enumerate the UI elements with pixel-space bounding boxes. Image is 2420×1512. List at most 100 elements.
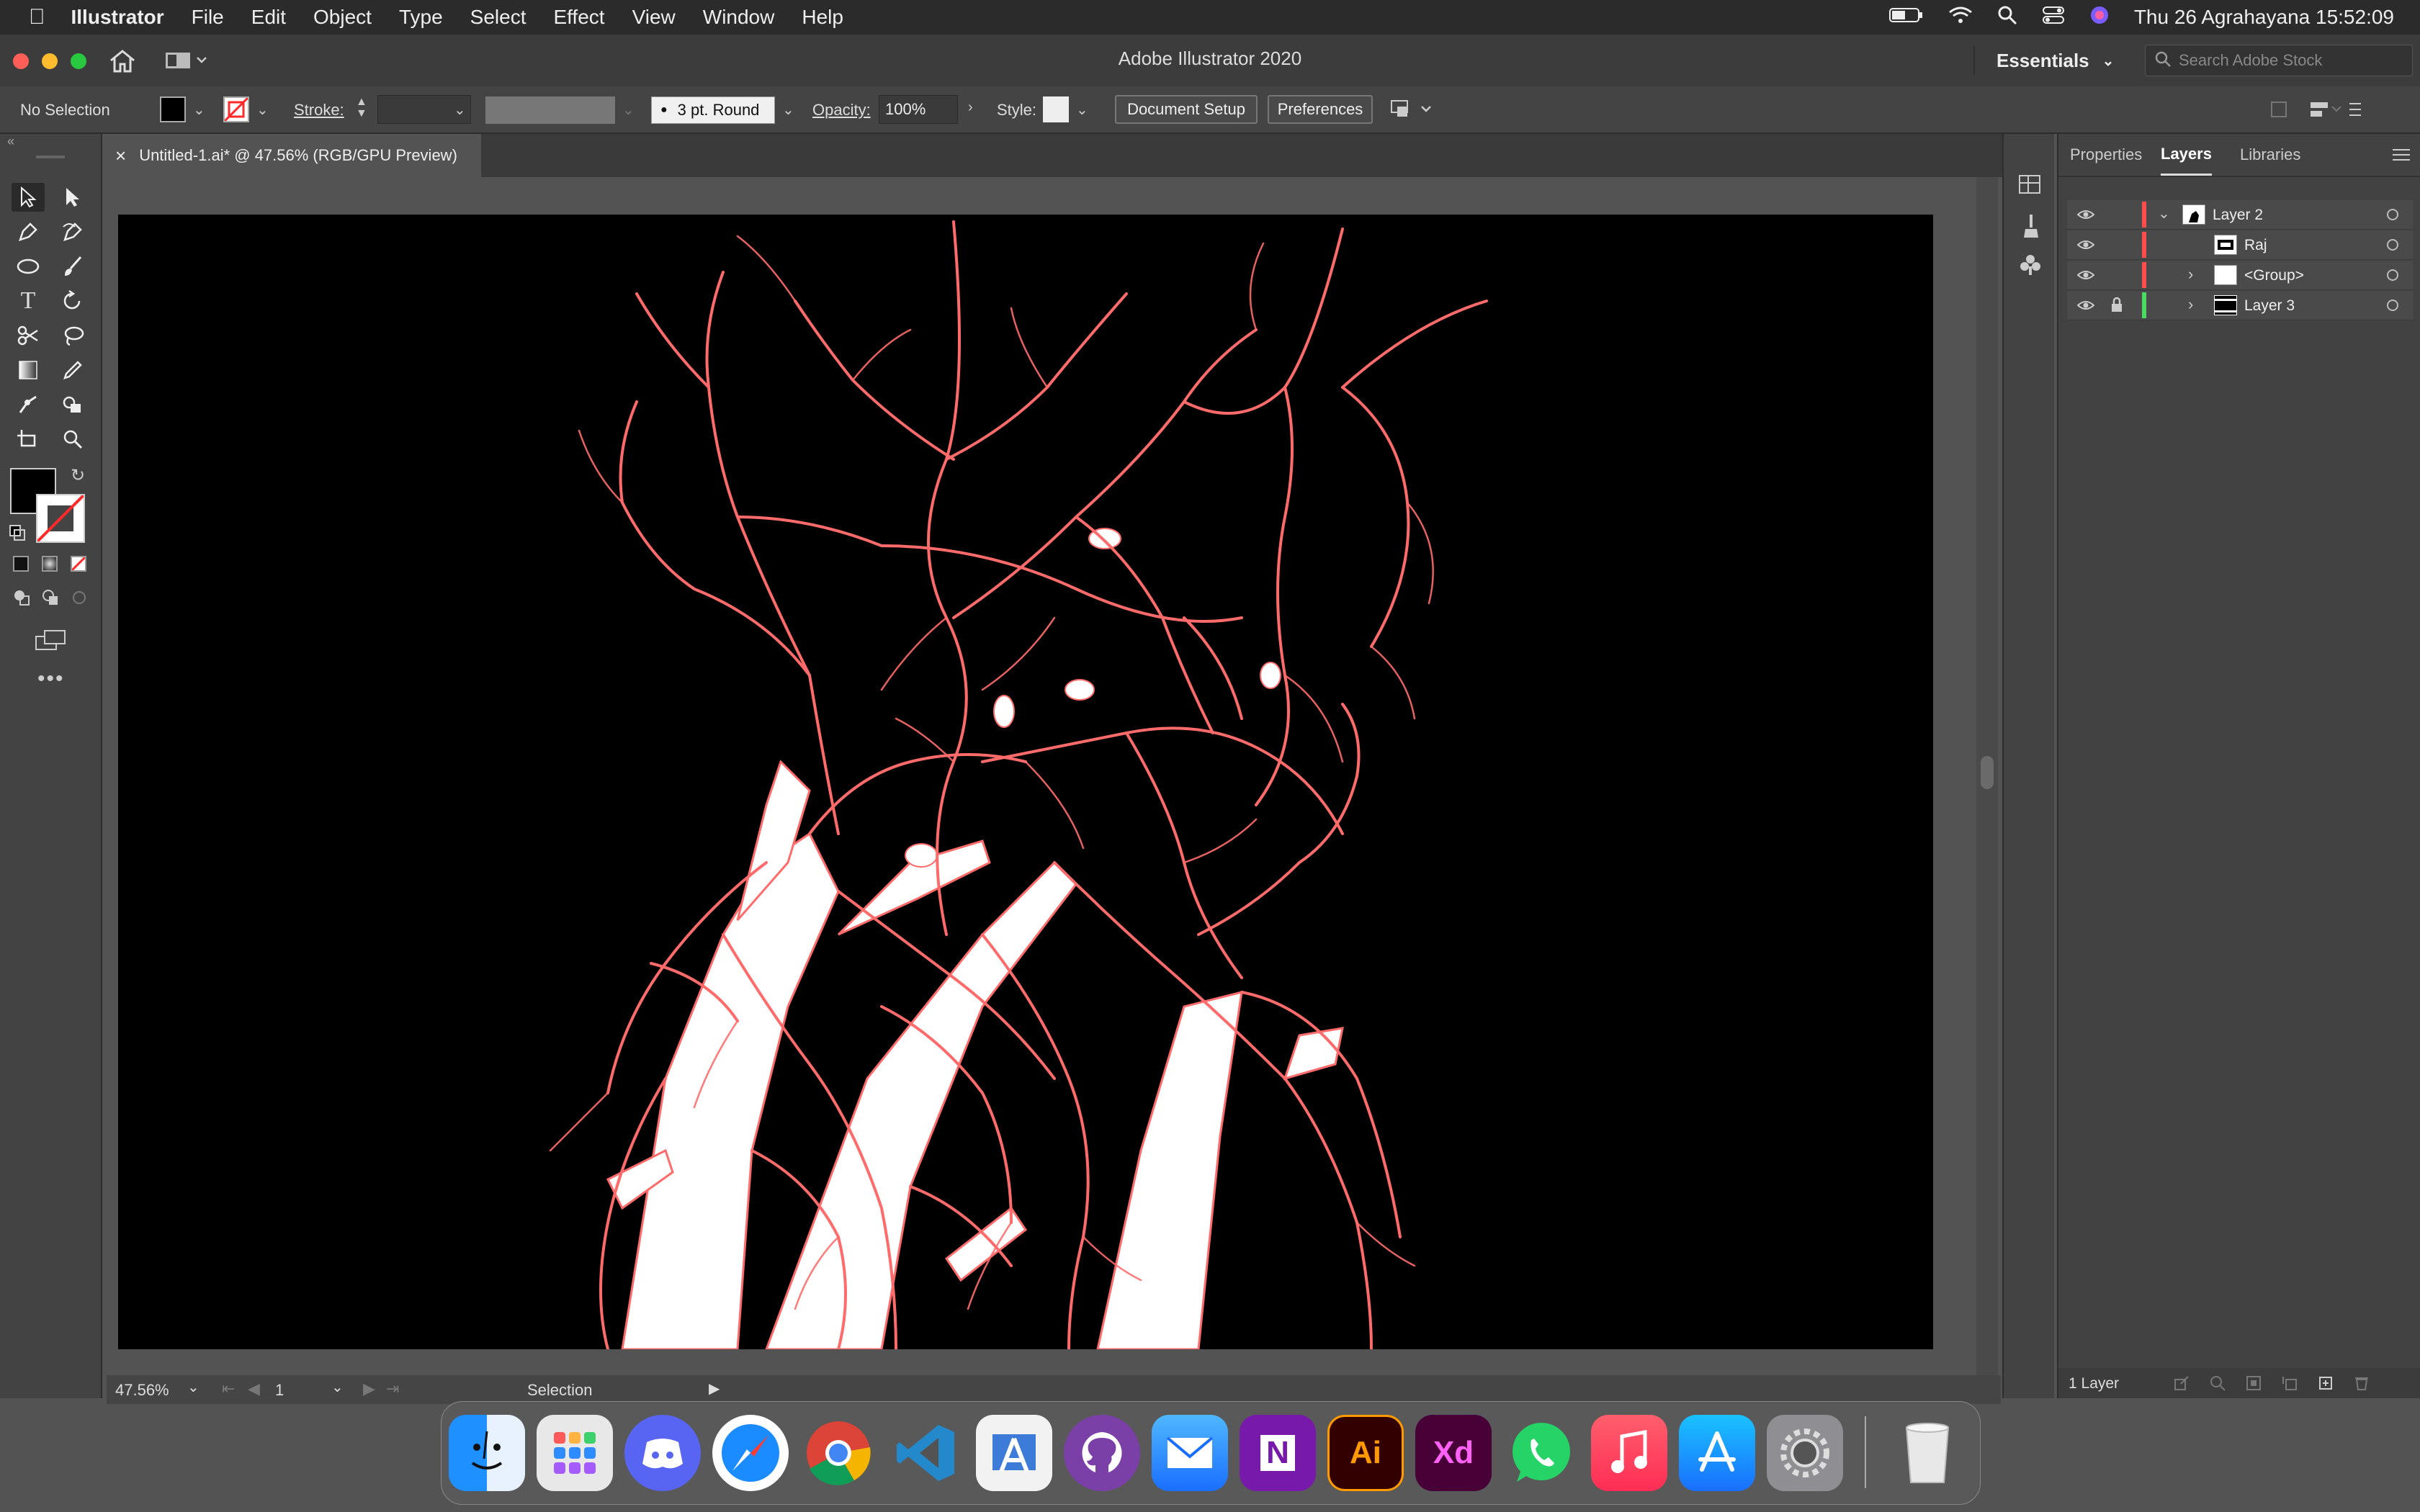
layer-row-layer-2[interactable]: ⌄ Layer 2 [2067, 200, 2413, 230]
target-circle-icon[interactable] [2387, 269, 2398, 281]
document-tab[interactable]: × Untitled-1.ai* @ 47.56% (RGB/GPU Previ… [107, 134, 481, 177]
clipping-mask-icon[interactable] [2246, 1375, 2262, 1395]
menu-edit[interactable]: Edit [251, 6, 286, 29]
panel-menu-icon[interactable] [2393, 148, 2410, 165]
zoom-level[interactable]: 47.56% [115, 1381, 169, 1400]
target-circle-icon[interactable] [2387, 239, 2398, 251]
layer-name[interactable]: Layer 2 [2213, 207, 2263, 224]
menu-type[interactable]: Type [399, 6, 443, 29]
chevron-down-icon[interactable]: ⌄ [193, 101, 205, 119]
locate-object-icon[interactable] [2210, 1375, 2226, 1395]
properties-panel-icon[interactable] [2018, 174, 2041, 198]
dock-whatsapp[interactable] [1503, 1415, 1579, 1491]
minimize-window-button[interactable] [42, 53, 58, 69]
preferences-button[interactable]: Preferences [1268, 95, 1373, 124]
wifi-icon[interactable] [1948, 6, 1973, 30]
gradient-tool-icon[interactable] [12, 356, 45, 384]
artboard[interactable] [118, 215, 1933, 1349]
delete-layer-icon[interactable] [2354, 1375, 2370, 1395]
tab-properties[interactable]: Properties [2070, 134, 2142, 176]
toolbar-grip[interactable] [36, 156, 65, 158]
symbols-panel-icon[interactable] [2020, 253, 2041, 280]
artboard-tool-icon[interactable] [12, 425, 45, 454]
stroke-color-box[interactable] [36, 494, 85, 543]
layer-name[interactable]: Layer 3 [2244, 297, 2295, 315]
control-center-icon[interactable] [2042, 5, 2065, 30]
menu-object[interactable]: Object [313, 6, 372, 29]
battery-icon[interactable] [1888, 6, 1924, 29]
close-tab-icon[interactable]: × [115, 145, 126, 167]
dock-app-store[interactable] [1679, 1415, 1755, 1491]
stroke-label[interactable]: Stroke: [294, 101, 344, 120]
draw-inside-icon[interactable] [71, 589, 88, 610]
chevron-down-icon[interactable]: ⌄ [256, 101, 269, 119]
variable-width-profile[interactable] [485, 96, 615, 124]
brush-definition[interactable]: ● 3 pt. Round [651, 96, 775, 124]
chevron-down-icon[interactable]: ⌄ [1076, 101, 1088, 119]
dock-trash[interactable] [1889, 1415, 1966, 1491]
chevron-right-icon[interactable]: › [2188, 295, 2193, 314]
edit-toolbar-icon[interactable]: ••• [37, 667, 65, 691]
dock-finder[interactable] [449, 1415, 525, 1491]
dock-onenote[interactable]: N [1240, 1415, 1316, 1491]
menu-help[interactable]: Help [802, 6, 843, 29]
selection-tool-icon[interactable] [12, 183, 45, 212]
new-sublayer-icon[interactable] [2282, 1375, 2298, 1395]
screen-mode-icon[interactable] [35, 629, 66, 654]
current-tool-status[interactable]: Selection [527, 1381, 593, 1400]
workspace-switcher[interactable]: Essentials ⌄ [1973, 46, 2141, 75]
chevron-down-icon[interactable]: ⌄ [331, 1378, 344, 1396]
apple-icon[interactable]:  [29, 5, 45, 30]
draw-behind-icon[interactable] [42, 589, 59, 610]
next-artboard-icon[interactable]: ▶ [363, 1380, 375, 1398]
chevron-right-icon[interactable]: ▶ [709, 1380, 720, 1398]
dock-android-studio[interactable] [976, 1415, 1052, 1491]
menu-select[interactable]: Select [470, 6, 526, 29]
chevron-right-icon[interactable]: › [2188, 265, 2193, 284]
stroke-stepper[interactable]: ▲ ▼ [356, 96, 367, 120]
vertical-scroll-thumb[interactable] [1981, 756, 1994, 789]
gradient-mode-icon[interactable] [42, 556, 58, 572]
visibility-eye-icon[interactable] [2076, 298, 2095, 312]
layer-row-layer-3[interactable]: › Layer 3 [2067, 291, 2413, 320]
double-exposure-artwork[interactable] [118, 215, 1933, 1349]
visibility-eye-icon[interactable] [2076, 207, 2095, 222]
collect-for-export-icon[interactable] [2174, 1375, 2190, 1395]
pen-tool-icon[interactable] [12, 217, 45, 246]
tab-layers[interactable]: Layers [2161, 134, 2212, 176]
type-tool-icon[interactable]: T [12, 287, 45, 315]
eyedropper-tool-icon[interactable] [56, 356, 89, 384]
ellipse-tool-icon[interactable] [12, 252, 45, 281]
visibility-eye-icon[interactable] [2076, 268, 2095, 282]
target-circle-icon[interactable] [2387, 209, 2398, 220]
dock-chrome[interactable] [800, 1415, 877, 1491]
target-circle-icon[interactable] [2387, 300, 2398, 311]
chevron-right-icon[interactable]: › [968, 99, 973, 116]
siri-icon[interactable] [2089, 5, 2110, 30]
opacity-label[interactable]: Opacity: [812, 101, 871, 120]
dock-system-preferences[interactable] [1767, 1415, 1843, 1491]
chevron-down-icon[interactable]: ⌄ [454, 101, 466, 119]
align-icon[interactable] [2269, 98, 2362, 125]
dock-xd[interactable]: Xd [1415, 1415, 1492, 1491]
arrange-documents-icon[interactable] [164, 50, 207, 74]
menu-file[interactable]: File [192, 6, 224, 29]
direct-selection-tool-icon[interactable] [56, 183, 89, 212]
zoom-tool-icon[interactable] [56, 425, 89, 454]
dock-mail[interactable] [1152, 1415, 1228, 1491]
dock-github-desktop[interactable] [1064, 1415, 1140, 1491]
arrange-icon[interactable] [1390, 98, 1436, 125]
layer-name[interactable]: <Group> [2244, 267, 2304, 284]
previous-artboard-icon[interactable]: ◀ [248, 1380, 260, 1398]
shape-builder-tool-icon[interactable] [56, 390, 89, 419]
menu-view[interactable]: View [632, 6, 676, 29]
swap-fill-stroke-icon[interactable]: ↻ [71, 465, 85, 486]
fill-swatch[interactable] [160, 96, 186, 122]
scissors-tool-icon[interactable] [12, 321, 45, 350]
layer-row-raj[interactable]: Raj [2067, 230, 2413, 260]
default-fill-stroke-icon[interactable] [9, 524, 26, 545]
menu-window[interactable]: Window [703, 6, 775, 29]
document-setup-button[interactable]: Document Setup [1115, 95, 1258, 124]
dock-launchpad[interactable] [537, 1415, 613, 1491]
search-adobe-stock[interactable]: Search Adobe Stock [2145, 45, 2413, 76]
